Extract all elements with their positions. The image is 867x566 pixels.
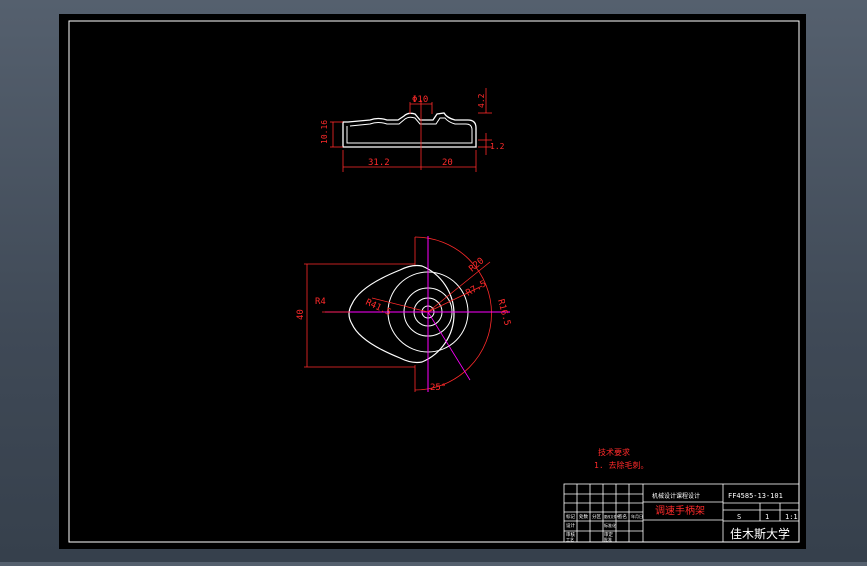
tb-row1-c5: 签名 (618, 513, 627, 520)
dim-height-right: 4.2 (477, 93, 486, 108)
tb-row1-c2: 处数 (579, 513, 588, 520)
dim-step: 1.2 (490, 142, 505, 151)
drawing-canvas[interactable]: 31.2 20 Φ10 10.16 4.2 1.2 40 R4 R41.5 R2… (0, 0, 867, 562)
notes-title: 技术要求 (598, 447, 630, 457)
course-name: 机械设计课程设计 (652, 492, 700, 500)
dim-angle: 25° (430, 383, 446, 393)
model-viewport[interactable] (59, 14, 806, 549)
dim-r-tip: R4 (315, 297, 326, 307)
dim-top-diameter: Φ10 (412, 95, 428, 105)
dim-overall-length: 31.2 (368, 158, 390, 168)
school-name: 佳木斯大学 (730, 526, 790, 541)
dim-right-length: 20 (442, 158, 453, 168)
tb-row4-c4: 批准 (604, 536, 612, 542)
tb-row1-c6: 年月日 (631, 513, 643, 519)
part-name: 调速手柄架 (655, 504, 705, 517)
tb-row1-c1: 标记 (566, 513, 575, 520)
sheet-label: S (737, 513, 741, 521)
tb-row4-c1: 工艺 (566, 537, 574, 542)
dim-height-40: 40 (296, 309, 306, 320)
notes-line1: 1. 去除毛刺。 (594, 460, 648, 470)
tb-row1-c3: 分区 (592, 513, 601, 520)
sheet-number: 1 (765, 513, 769, 521)
tb-row2-c1: 设计 (566, 522, 575, 529)
cad-window: 31.2 20 Φ10 10.16 4.2 1.2 40 R4 R41.5 R2… (0, 0, 867, 562)
drawing-number: FF4585-13-101 (728, 492, 783, 500)
tb-row2-c4: 标准化 (604, 522, 616, 528)
dim-height-left: 10.16 (320, 120, 329, 144)
scale: 1:1 (785, 513, 798, 521)
